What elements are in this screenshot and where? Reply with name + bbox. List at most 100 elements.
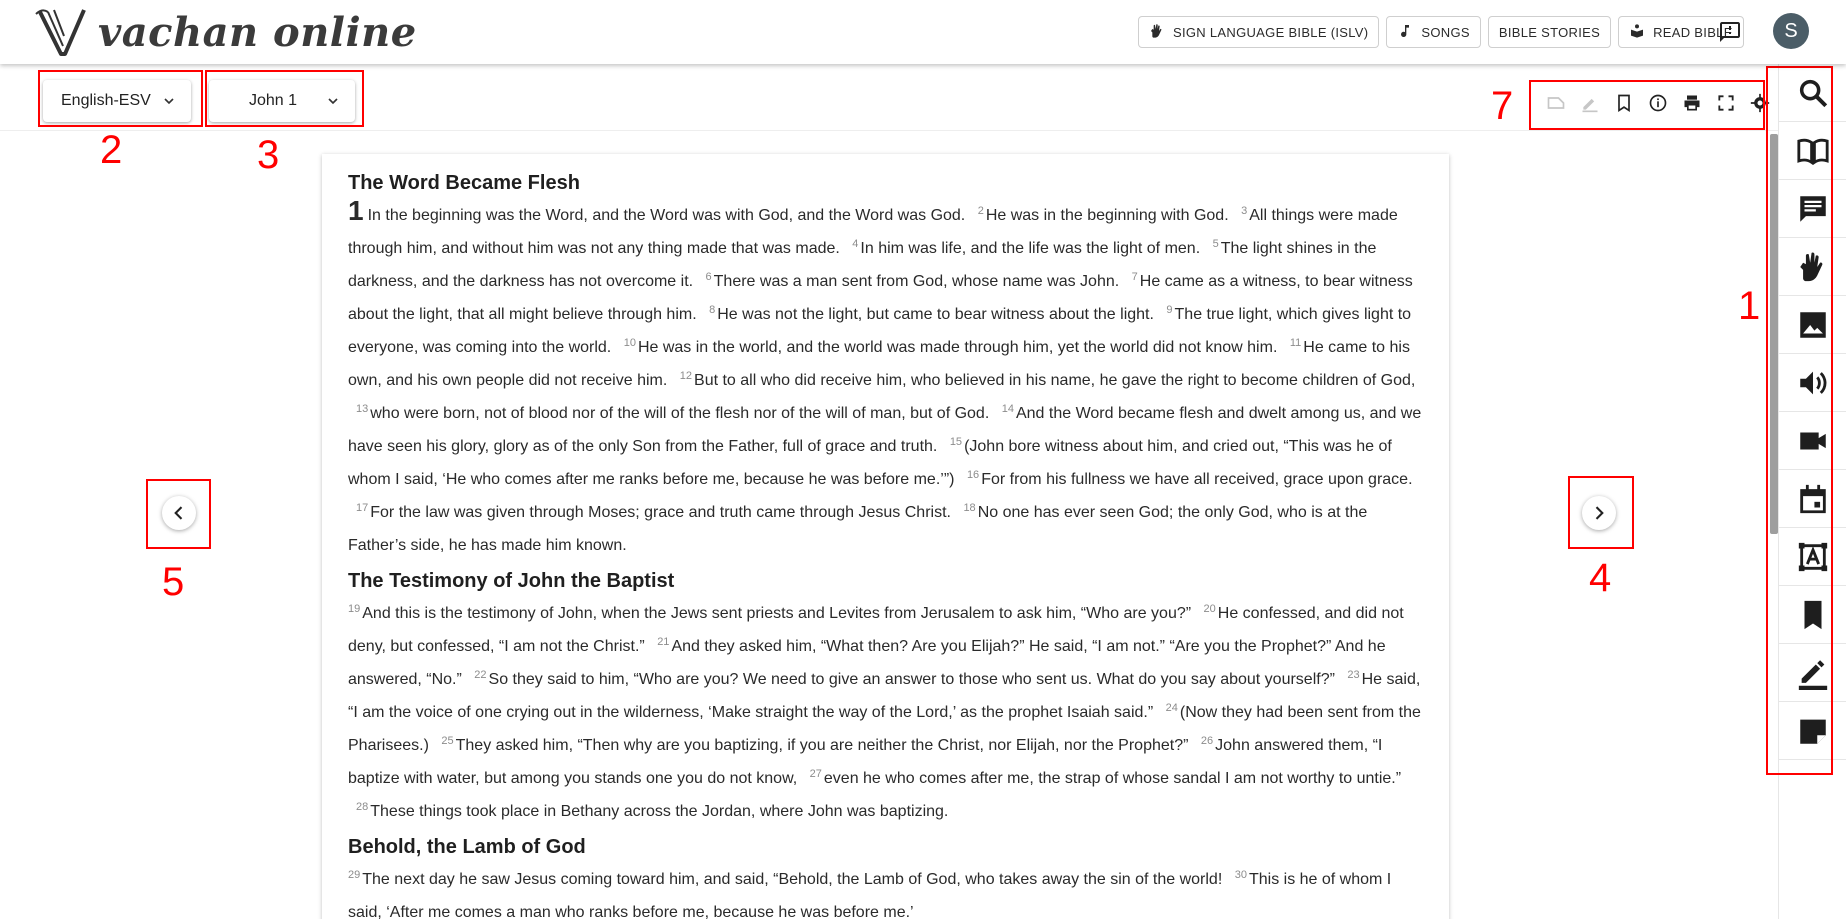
bookmark-icon[interactable] (1612, 92, 1636, 114)
verse-text[interactable]: In him was life, and the life was the li… (860, 240, 1200, 257)
bible-book-icon (1797, 138, 1829, 165)
bookmarks-icon (1804, 600, 1822, 629)
chapter-number: 1 (348, 195, 364, 226)
bible-stories-label: BIBLE STORIES (1498, 24, 1601, 40)
video-icon (1800, 432, 1826, 449)
top-header: vachan online SIGN LANGUAGE BIBLE (ISLV)… (0, 0, 1846, 64)
verse-text[interactable]: even he who comes after me, the strap of… (824, 770, 1401, 787)
reader-toolbar (1544, 92, 1772, 114)
verse-text[interactable]: He was in the world, and the world was m… (638, 339, 1277, 356)
verse-text[interactable]: For from his fullness we have all receiv… (981, 471, 1412, 488)
verse-text[interactable]: who were born, not of blood nor of the w… (370, 405, 989, 422)
section-paragraph: 1 In the beginning was the Word, and the … (348, 197, 1423, 562)
verse-number: 8 (709, 303, 716, 316)
verse-number: 26 (1200, 734, 1214, 747)
section-paragraph: 29 The next day he saw Jesus coming towar… (348, 863, 1423, 919)
songs-label: SONGS (1421, 24, 1470, 40)
songs-button[interactable]: SONGS (1386, 16, 1481, 48)
rail-bible[interactable] (1779, 122, 1846, 180)
verse-text[interactable]: So they said to him, “Who are you? We ne… (489, 671, 1335, 688)
verse-text[interactable]: These things took place in Bethany acros… (370, 803, 948, 820)
previous-chapter-button[interactable] (162, 496, 196, 530)
rail-dictionary[interactable] (1779, 528, 1846, 586)
next-chapter-button[interactable] (1582, 496, 1616, 530)
verse-number: 12 (679, 369, 693, 382)
scrollbar-thumb[interactable] (1770, 134, 1778, 534)
section-paragraph: 19 And this is the testimony of John, whe… (348, 597, 1423, 828)
section-heading: Behold, the Lamb of God (348, 836, 586, 858)
info-icon[interactable] (1646, 92, 1670, 114)
verse-number: 30 (1234, 868, 1247, 881)
verse-number: 5 (1212, 237, 1219, 250)
annotation-label-4: 4 (1589, 556, 1612, 600)
verse-number: 9 (1166, 303, 1173, 316)
reading-plan-icon (1800, 484, 1826, 513)
music-note-icon (1397, 23, 1413, 42)
toolbar-divider (0, 130, 1778, 131)
verse-text[interactable]: For the law was given through Moses; gra… (370, 504, 951, 521)
version-selector-label: English-ESV (61, 92, 151, 109)
verse-text[interactable]: But to all who did receive him, who beli… (694, 372, 1415, 389)
user-avatar[interactable]: S (1773, 13, 1809, 49)
verse-text[interactable]: They asked him, “Then why are you baptiz… (456, 737, 1189, 754)
bible-stories-button[interactable]: BIBLE STORIES (1487, 16, 1612, 48)
chevron-down-icon (328, 98, 338, 105)
commentary-icon (1800, 195, 1826, 222)
verse-text[interactable]: He was in the beginning with God. (986, 207, 1229, 224)
verse-number: 11 (1289, 336, 1302, 349)
annotation-label-2: 2 (100, 128, 123, 172)
verse-number: 3 (1241, 204, 1248, 217)
print-icon[interactable] (1680, 92, 1704, 114)
rail-reading-plan[interactable] (1779, 470, 1846, 528)
notes-icon (1800, 719, 1826, 744)
rail-bookmarks[interactable] (1779, 586, 1846, 644)
rail-commentary[interactable] (1779, 180, 1846, 238)
verse-number: 20 (1203, 602, 1216, 615)
reading-icon (1629, 23, 1645, 42)
chevron-right-icon (1595, 506, 1604, 520)
fullscreen-icon[interactable] (1714, 92, 1738, 114)
rail-search[interactable] (1779, 64, 1846, 122)
rail-highlights[interactable] (1779, 644, 1846, 702)
chevron-left-icon (174, 506, 183, 520)
verse-number: 22 (474, 668, 487, 681)
verse-number: 13 (356, 402, 369, 415)
sign-language-bible-label: SIGN LANGUAGE BIBLE (ISLV) (1173, 24, 1369, 40)
note-icon[interactable] (1544, 92, 1568, 114)
book-chapter-selector-label: John 1 (249, 92, 298, 109)
verse-number: 17 (356, 501, 369, 514)
book-chapter-selector[interactable]: John 1 (209, 80, 355, 122)
feedback-icon[interactable] (1718, 20, 1742, 44)
rail-sign-language[interactable] (1779, 238, 1846, 296)
verse-number: 24 (1165, 701, 1178, 714)
verse-number: 7 (1131, 270, 1138, 283)
rail-images[interactable] (1779, 296, 1846, 354)
verse-number: 10 (623, 336, 636, 349)
verse-number: 4 (852, 237, 859, 250)
verse-number: 14 (1001, 402, 1014, 415)
verse-text[interactable]: There was a man sent from God, whose nam… (714, 273, 1120, 290)
sign-language-bible-button[interactable]: SIGN LANGUAGE BIBLE (ISLV) (1138, 16, 1380, 48)
dictionary-icon (1798, 542, 1828, 571)
verse-text[interactable]: He was not the light, but came to bear w… (717, 306, 1154, 323)
rail-notes[interactable] (1779, 702, 1846, 760)
search-icon (1799, 79, 1828, 107)
section-heading: The Word Became Flesh (348, 172, 580, 194)
verse-number: 15 (949, 435, 963, 448)
verse-number: 29 (348, 868, 361, 881)
vachan-logo-icon[interactable] (34, 6, 92, 58)
version-selector[interactable]: English-ESV (43, 80, 191, 122)
app-logo-text[interactable]: vachan online (98, 8, 417, 58)
annotation-label-5: 5 (162, 560, 185, 604)
bible-reading-pane[interactable]: The Word Became Flesh 1 In the beginning w… (322, 154, 1449, 919)
verse-text[interactable]: And this is the testimony of John, when … (362, 605, 1191, 622)
rail-audio[interactable] (1779, 354, 1846, 412)
rail-video[interactable] (1779, 412, 1846, 470)
verse-text[interactable]: In the beginning was the Word, and the W… (368, 207, 966, 224)
verse-number: 2 (977, 204, 984, 217)
verse-number: 27 (809, 767, 822, 780)
settings-icon[interactable] (1748, 92, 1772, 114)
highlight-icon[interactable] (1578, 92, 1602, 114)
verse-number: 19 (348, 602, 361, 615)
verse-text[interactable]: The next day he saw Jesus coming toward … (362, 871, 1222, 888)
